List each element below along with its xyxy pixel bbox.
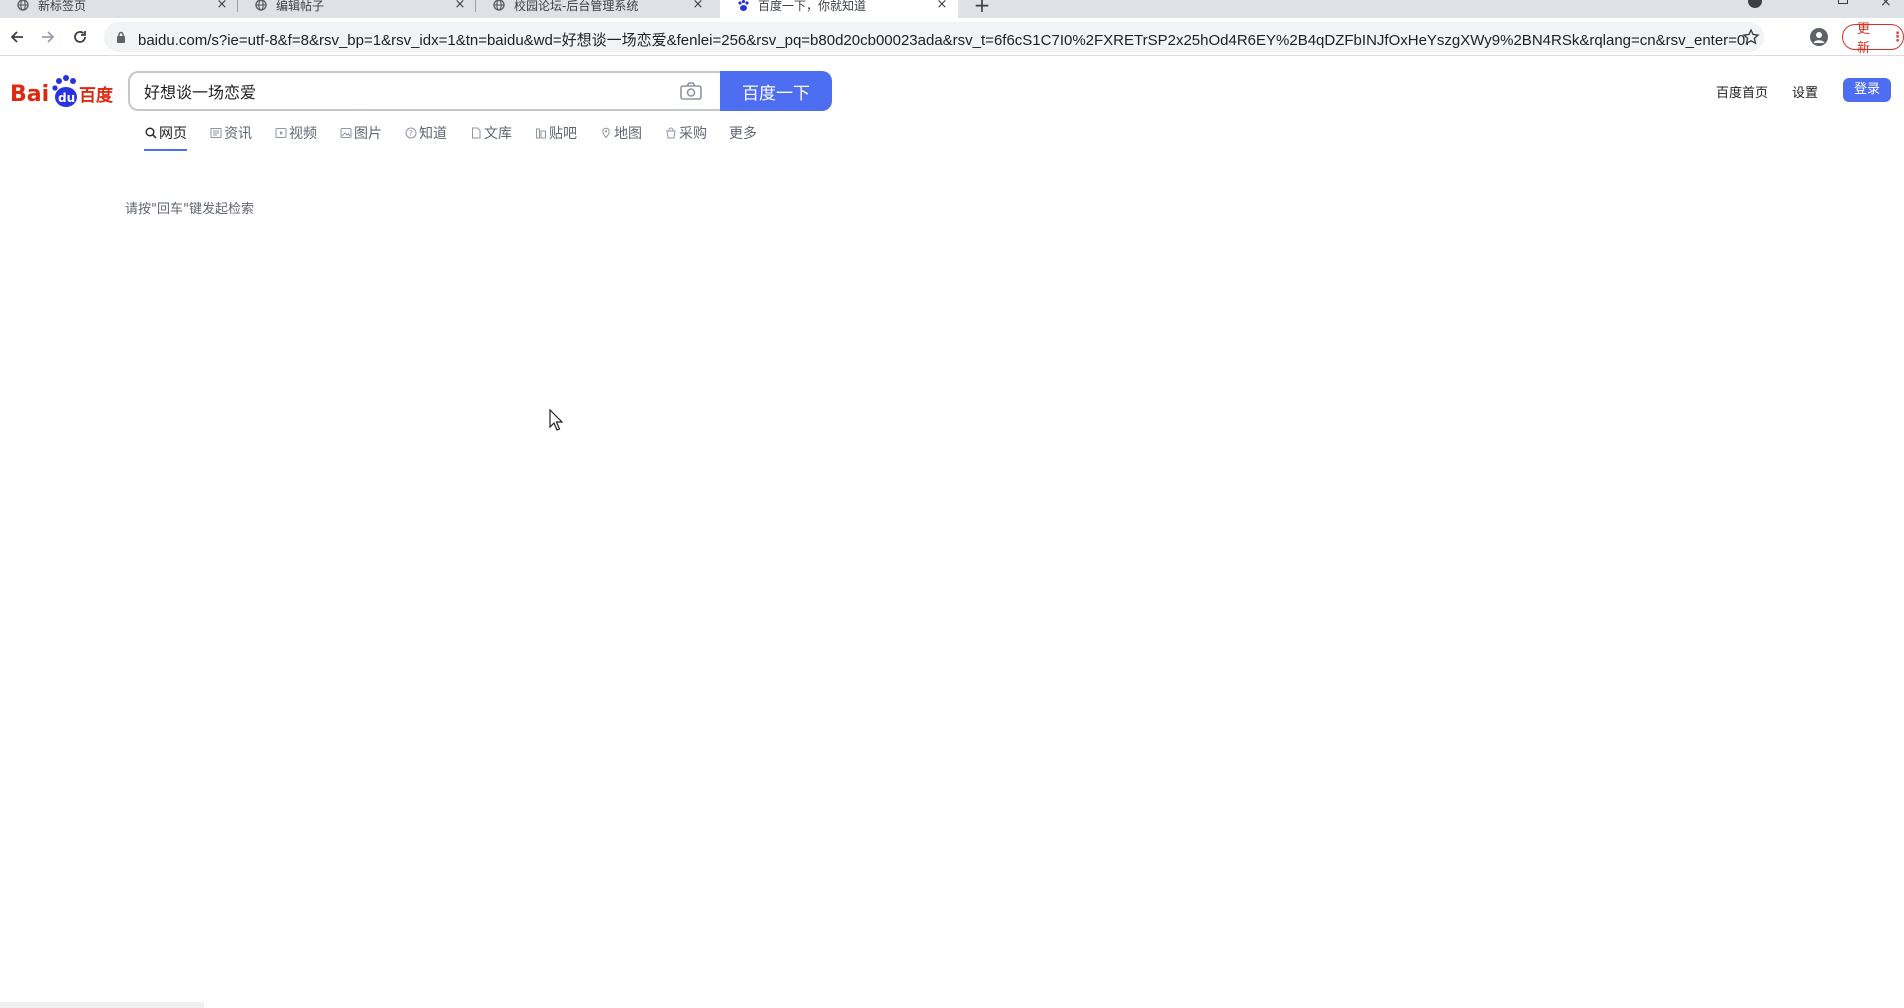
browser-tab-title: 编辑帖子 [276,0,325,13]
tab-video[interactable]: 视频 [274,123,317,143]
lock-icon[interactable] [116,31,126,43]
browser-tab[interactable]: 编辑帖子 × [238,0,476,18]
restore-window-icon[interactable] [1838,0,1848,4]
tab-tieba[interactable]: 贴吧 [534,123,577,143]
close-icon[interactable]: × [452,0,468,13]
back-arrow-icon [10,31,23,43]
tab-web[interactable]: 网页 [144,123,187,151]
tab-label: 图片 [354,126,382,142]
tab-label: 文库 [484,126,512,142]
forward-button[interactable] [37,26,59,48]
tab-label: 视频 [289,126,317,142]
tab-images[interactable]: 图片 [339,123,382,143]
svg-text:Bai: Bai [10,82,49,107]
browser-tab-active[interactable]: 百度一下，你就知道 × [720,0,958,18]
forward-arrow-icon [42,31,55,43]
update-button[interactable]: 更新 ⋮ [1842,22,1904,56]
search-icon [144,127,157,140]
browser-toolbar: baidu.com/s?ie=utf-8&f=8&rsv_bp=1&rsv_id… [0,18,1904,56]
search-button[interactable]: 百度一下 [720,71,832,111]
browser-tab-title: 百度一下，你就知道 [758,0,867,13]
video-icon [274,127,287,140]
globe-icon [16,0,30,12]
baidu-logo[interactable]: Bai du 百度 [10,73,114,109]
browser-tab-title: 新标签页 [38,0,87,13]
menu-dots-icon: ⋮ [1891,29,1904,45]
new-tab-button[interactable]: + [972,0,992,16]
baidu-paw-icon: du [52,75,77,107]
tab-news[interactable]: 资讯 [209,123,252,143]
back-button[interactable] [6,26,28,48]
reload-button[interactable] [69,26,91,48]
baidu-home-link[interactable]: 百度首页 [1716,82,1768,101]
search-category-tabs: 网页 资讯 视频 图片 ? 知道 文库 贴吧 地图 采购 更多 [144,123,779,151]
tab-label: 更多 [729,126,757,142]
tab-search-icon[interactable] [1748,0,1762,8]
document-icon [469,127,482,140]
tab-zhidao[interactable]: ? 知道 [404,123,447,143]
tab-label: 资讯 [224,126,252,142]
globe-icon [254,0,268,12]
shopping-icon [664,127,677,140]
svg-text:?: ? [408,129,412,138]
tab-label: 网页 [159,126,187,142]
tab-label: 地图 [614,126,642,142]
profile-icon[interactable] [1810,28,1828,46]
address-bar[interactable]: baidu.com/s?ie=utf-8&f=8&rsv_bp=1&rsv_id… [104,22,1764,52]
browser-tabstrip: 新标签页 × 编辑帖子 × 校园论坛-后台管理系统 × 百度一下，你就知道 × … [0,0,1904,18]
question-icon: ? [404,127,417,140]
tab-map[interactable]: 地图 [599,123,642,143]
search-input[interactable] [128,71,720,111]
svg-text:du: du [58,91,75,105]
horizontal-scrollbar[interactable] [0,1002,204,1008]
url-text[interactable]: baidu.com/s?ie=utf-8&f=8&rsv_bp=1&rsv_id… [138,29,1748,50]
enter-hint: 请按"回车"键发起检索 [125,202,254,217]
reload-icon [74,31,86,43]
image-icon [339,127,352,140]
news-icon [209,127,222,140]
close-icon[interactable]: × [690,0,706,13]
tab-label: 采购 [679,126,707,142]
close-icon[interactable]: × [934,0,950,13]
tab-wenku[interactable]: 文库 [469,123,512,143]
bookmark-star-icon[interactable] [1742,28,1760,46]
svg-text:百度: 百度 [79,85,114,106]
globe-icon [492,0,506,12]
search-box: 百度一下 [128,71,832,111]
window-close-icon[interactable]: × [1880,0,1892,10]
map-icon [599,127,612,140]
tab-label: 贴吧 [549,126,577,142]
tab-more[interactable]: 更多 [729,123,757,143]
tab-shopping[interactable]: 采购 [664,123,707,143]
browser-tab[interactable]: 新标签页 × [0,0,238,18]
tab-label: 知道 [419,126,447,142]
update-label: 更新 [1857,22,1871,56]
browser-tab[interactable]: 校园论坛-后台管理系统 × [476,0,714,18]
settings-link[interactable]: 设置 [1792,82,1818,101]
close-icon[interactable]: × [214,0,230,13]
mouse-cursor-icon [549,409,563,431]
tieba-icon [534,127,547,140]
login-button[interactable]: 登录 [1843,78,1891,102]
baidu-paw-icon [736,0,750,12]
camera-icon[interactable] [680,82,702,100]
browser-tab-title: 校园论坛-后台管理系统 [514,0,639,13]
